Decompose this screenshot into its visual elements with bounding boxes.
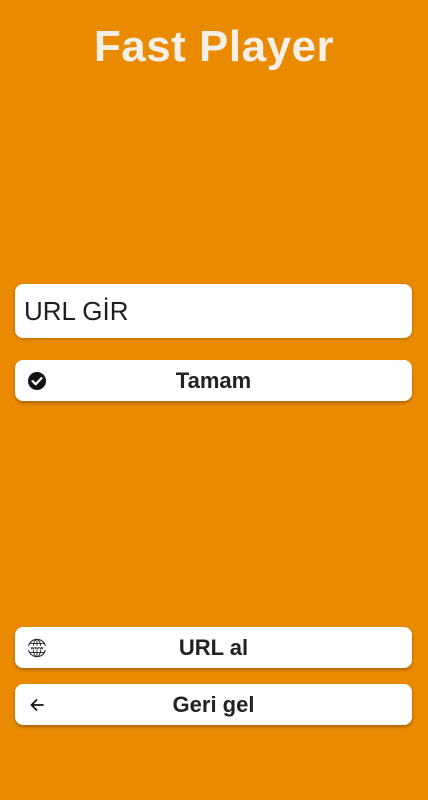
ok-button-label: Tamam <box>175 367 252 393</box>
www-globe-icon: www <box>27 638 47 658</box>
url-input[interactable] <box>15 284 412 338</box>
svg-text:www: www <box>30 646 44 651</box>
back-button-label: Geri gel <box>172 691 255 717</box>
check-circle-icon <box>27 371 47 391</box>
arrow-left-icon <box>27 695 47 715</box>
back-button[interactable]: Geri gel <box>15 684 412 725</box>
app-title: Fast Player <box>93 22 335 71</box>
get-url-button-label: URL al <box>178 634 249 660</box>
ok-button[interactable]: Tamam <box>15 360 412 401</box>
get-url-button[interactable]: www URL al <box>15 627 412 668</box>
